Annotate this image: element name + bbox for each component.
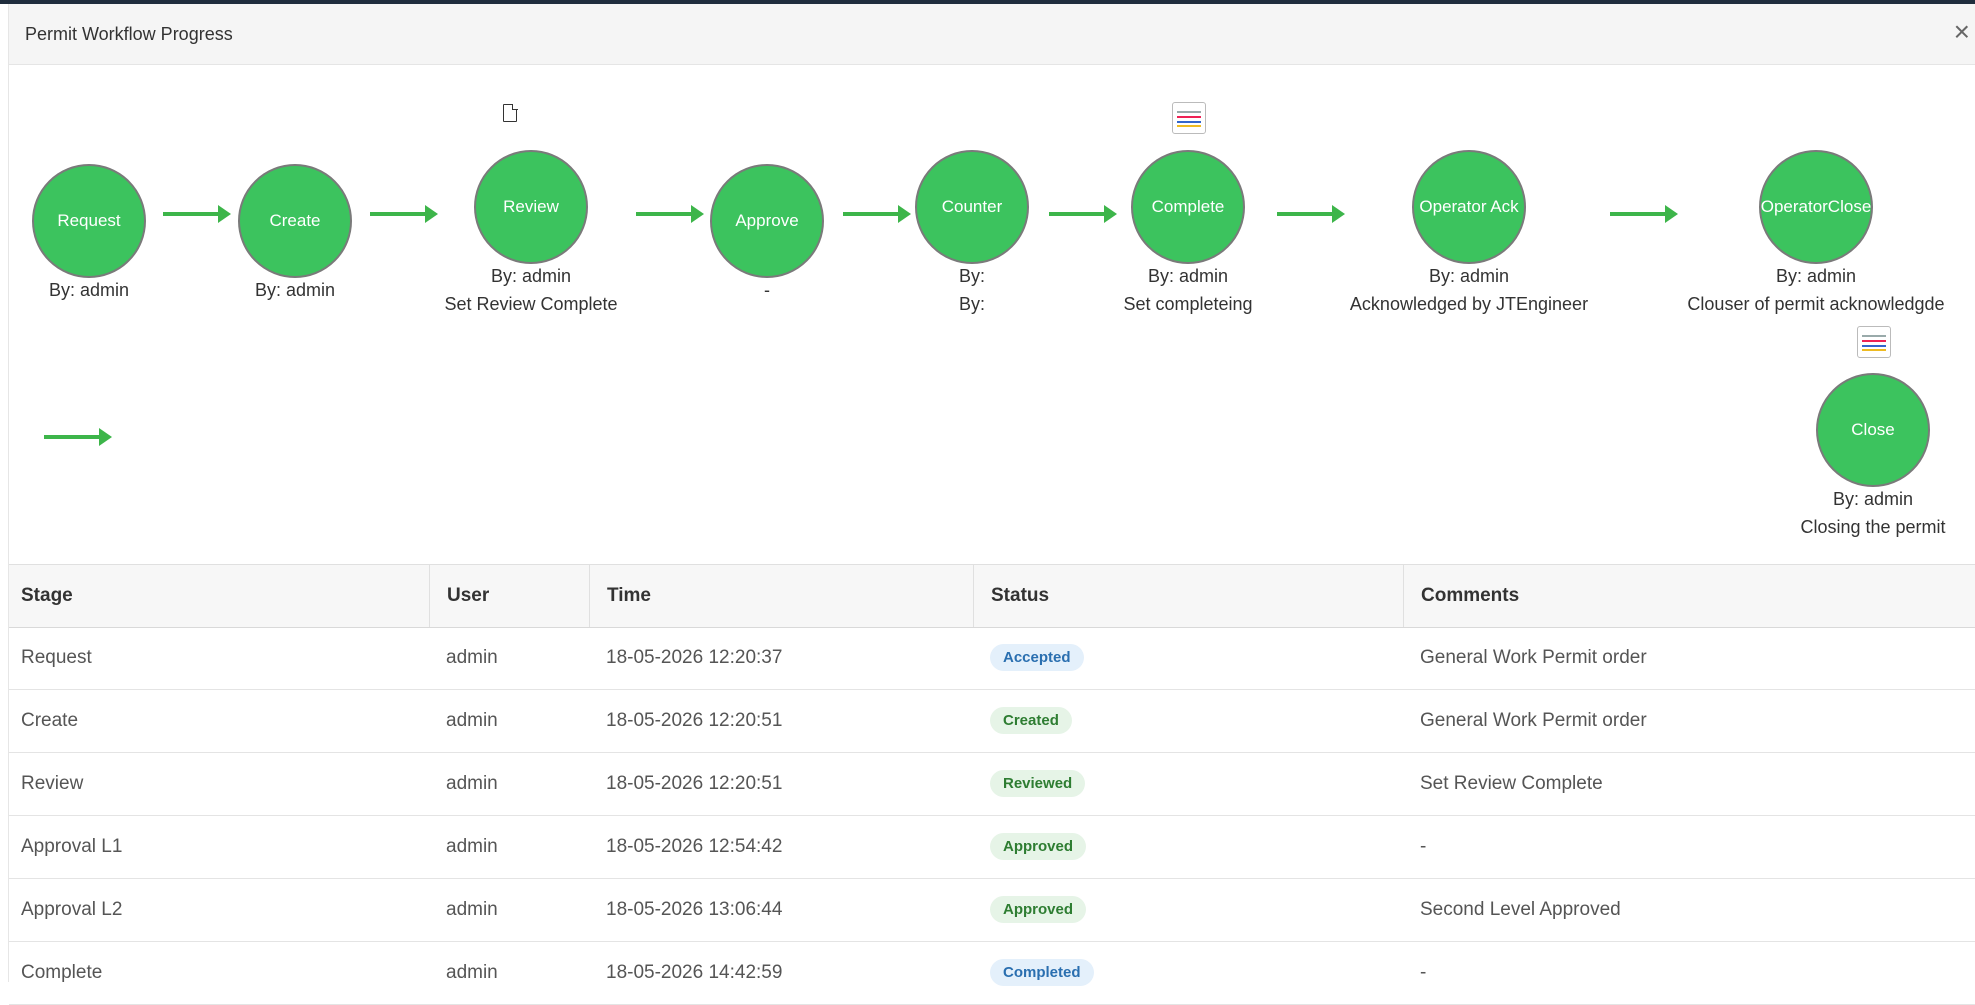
column-header-status: Status <box>973 565 1049 627</box>
workflow-arrow <box>1610 205 1678 223</box>
workflow-arrow <box>44 428 112 446</box>
workflow-node-operator-close[interactable]: OperatorClose <box>1759 150 1873 264</box>
workflow-arrow <box>370 205 438 223</box>
modal-header: Permit Workflow Progress × <box>9 4 1975 65</box>
workflow-node-caption: By: admin Closing the permit <box>1800 489 1946 537</box>
document-icon[interactable] <box>503 103 518 122</box>
column-header-stage: Stage <box>21 585 73 606</box>
status-badge: Approved <box>990 896 1087 923</box>
workflow-node-review[interactable]: Review <box>474 150 588 264</box>
workflow-node-request[interactable]: Request <box>32 164 146 278</box>
table-row: Request admin 18-05-2026 12:20:37 Accept… <box>9 626 1975 690</box>
column-header-time: Time <box>589 565 651 627</box>
column-header-user: User <box>429 565 489 627</box>
status-badge: Reviewed <box>990 770 1086 797</box>
signature-icon[interactable] <box>1172 102 1206 134</box>
close-icon[interactable]: × <box>1954 18 1970 46</box>
status-badge: Approved <box>990 833 1087 860</box>
workflow-node-create[interactable]: Create <box>238 164 352 278</box>
workflow-arrow <box>1049 205 1117 223</box>
workflow-diagram: Request By: admin Create By: admin Revie… <box>9 64 1975 564</box>
column-header-comments: Comments <box>1403 565 1519 627</box>
workflow-node-caption: By: admin Set completeing <box>1123 266 1253 314</box>
workflow-arrow <box>843 205 911 223</box>
table-row: Approval L2 admin 18-05-2026 13:06:44 Ap… <box>9 878 1975 942</box>
workflow-node-operator-ack[interactable]: Operator Ack <box>1412 150 1526 264</box>
workflow-node-approve[interactable]: Approve <box>710 164 824 278</box>
table-row: Complete admin 18-05-2026 14:42:59 Compl… <box>9 941 1975 1005</box>
status-badge: Created <box>990 707 1072 734</box>
table-header: Stage User Time Status Comments <box>9 564 1975 628</box>
table-row: Review admin 18-05-2026 12:20:51 Reviewe… <box>9 752 1975 816</box>
workflow-node-caption: By: admin Clouser of permit acknowledgde <box>1687 266 1945 314</box>
table-row: Approval L1 admin 18-05-2026 12:54:42 Ap… <box>9 815 1975 879</box>
workflow-node-counter[interactable]: Counter <box>915 150 1029 264</box>
workflow-node-close[interactable]: Close <box>1816 373 1930 487</box>
workflow-arrow <box>636 205 704 223</box>
workflow-arrow <box>1277 205 1345 223</box>
signature-icon[interactable] <box>1857 326 1891 358</box>
workflow-arrow <box>163 205 231 223</box>
workflow-node-caption: By: admin Acknowledged by JTEngineer <box>1349 266 1589 314</box>
workflow-node-complete[interactable]: Complete <box>1131 150 1245 264</box>
modal-title: Permit Workflow Progress <box>25 24 233 44</box>
status-badge: Accepted <box>990 644 1084 671</box>
workflow-modal: Permit Workflow Progress × Request By: a… <box>8 4 1975 1005</box>
table-row: Create admin 18-05-2026 12:20:51 Created… <box>9 689 1975 753</box>
